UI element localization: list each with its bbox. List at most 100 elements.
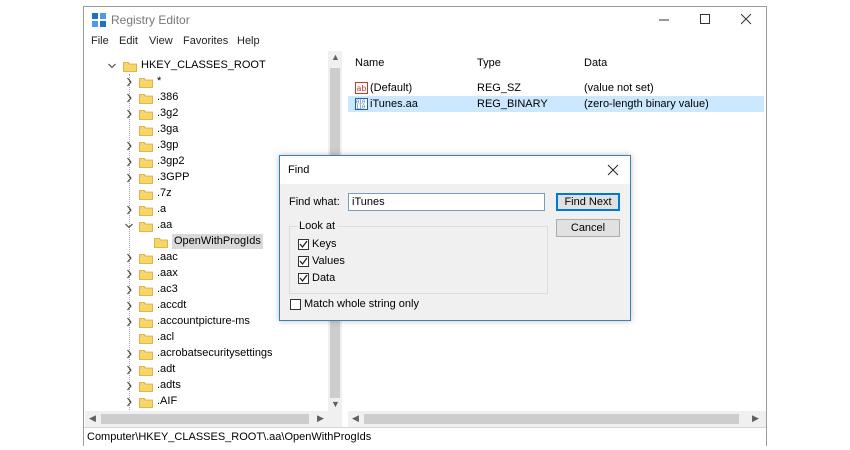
folder-icon [139,125,153,136]
folder-icon [139,253,153,264]
chevron-right-icon[interactable] [125,141,133,151]
tree-item-label: * [157,75,162,87]
scroll-right-arrow-icon[interactable]: ▶ [317,413,324,424]
folder-icon [139,333,153,344]
tree-item-label: .3GPP [157,171,190,183]
chevron-right-icon[interactable] [125,109,133,119]
tree-item[interactable]: .acl [85,330,325,346]
menu-favorites[interactable]: Favorites [183,35,228,47]
tree-item[interactable]: .adt [85,362,325,378]
tree-item-label: HKEY_CLASSES_ROOT [141,59,266,71]
maximize-button[interactable] [687,7,725,33]
values-checkbox[interactable] [298,256,309,267]
tree-item[interactable]: .acrobatsecuritysettings [85,346,325,362]
column-header-data[interactable]: Data [584,57,607,69]
menu-view[interactable]: View [149,35,173,47]
menu-file[interactable]: File [91,35,109,47]
tree-item[interactable]: .3g2 [85,106,325,122]
chevron-right-icon[interactable] [125,397,133,407]
tree-item-label: .386 [157,91,179,103]
match-whole-string-checkbox[interactable] [290,299,301,310]
find-what-input[interactable] [348,193,545,211]
tree-item[interactable]: .AIF [85,394,325,410]
find-next-button[interactable]: Find Next [556,193,620,211]
tree-item-label: .adt [157,363,176,375]
close-icon[interactable] [606,163,620,177]
chevron-right-icon[interactable] [125,285,133,295]
column-header-name[interactable]: Name [355,57,384,69]
chevron-right-icon[interactable] [125,269,133,279]
keys-label[interactable]: Keys [312,238,336,250]
folder-icon [139,381,153,392]
chevron-right-icon[interactable] [125,77,133,87]
status-path: Computer\HKEY_CLASSES_ROOT\.aa\OpenWithP… [87,431,372,443]
scroll-up-arrow-icon[interactable]: ▲ [331,52,340,62]
tree-item-label: .accountpicture-ms [157,315,250,327]
folder-icon [139,157,153,168]
match-whole-string-label[interactable]: Match whole string only [304,298,419,310]
look-at-label: Look at [297,220,338,232]
scroll-right-arrow-icon[interactable]: ▶ [752,413,759,424]
chevron-down-icon[interactable] [125,221,133,231]
value-row-default[interactable]: ab (Default) REG_SZ (value not set) [348,80,764,96]
chevron-right-icon[interactable] [125,317,133,327]
tree-item-label: .aac [157,251,178,263]
chevron-right-icon[interactable] [125,301,133,311]
tree-item[interactable]: .3ga [85,122,325,138]
value-data: (value not set) [584,82,654,94]
folder-icon [123,61,137,72]
tree-item[interactable]: .adts [85,378,325,394]
menu-bar: File Edit View Favorites Help [84,33,766,51]
cancel-button[interactable]: Cancel [556,219,620,237]
folder-icon [139,301,153,312]
scroll-down-arrow-icon[interactable]: ▼ [331,399,340,409]
chevron-right-icon[interactable] [125,365,133,375]
string-value-icon: ab [355,82,368,94]
data-checkbox[interactable] [298,273,309,284]
find-dialog-title-bar[interactable]: Find [280,156,630,184]
chevron-right-icon[interactable] [125,157,133,167]
tree-item-label: .ac3 [157,283,178,295]
tree-hscroll-thumb[interactable] [101,414,309,424]
tree-item[interactable]: .386 [85,90,325,106]
values-hscroll-thumb[interactable] [364,414,739,424]
value-data: (zero-length binary value) [584,98,709,110]
chevron-down-icon[interactable] [108,61,116,71]
chevron-right-icon[interactable] [125,173,133,183]
close-icon [741,14,752,25]
scroll-left-arrow-icon[interactable]: ◀ [89,413,96,424]
chevron-right-icon[interactable] [125,253,133,263]
tree-item[interactable]: * [85,74,325,90]
menu-edit[interactable]: Edit [119,35,138,47]
folder-icon [139,93,153,104]
menu-help[interactable]: Help [237,35,260,47]
tree-item-label: .accdt [157,299,187,311]
value-row-itunes[interactable]: 010 110 iTunes.aa REG_BINARY (zero-lengt… [348,96,764,112]
close-window-button[interactable] [728,7,766,33]
values-label[interactable]: Values [312,255,345,267]
chevron-right-icon[interactable] [125,381,133,391]
folder-icon [139,173,153,184]
tree-horizontal-scrollbar[interactable]: ◀ ▶ [85,411,342,427]
minimize-button[interactable] [646,7,684,33]
folder-icon [139,221,153,232]
svg-text:ab: ab [357,84,367,93]
tree-item[interactable]: .3gp [85,138,325,154]
title-bar[interactable]: Registry Editor [84,7,766,33]
chevron-right-icon[interactable] [125,349,133,359]
chevron-right-icon[interactable] [125,205,133,215]
value-type: REG_BINARY [477,98,548,110]
tree-item-hkey-classes-root[interactable]: HKEY_CLASSES_ROOT [85,58,325,74]
values-horizontal-scrollbar[interactable]: ◀ ▶ [348,411,766,427]
tree-item-label: .3gp [157,139,179,151]
tree-item-label: .3ga [157,123,179,135]
folder-icon [139,141,153,152]
folder-icon [139,285,153,296]
keys-checkbox[interactable] [298,239,309,250]
column-header-type[interactable]: Type [477,57,501,69]
binary-value-icon: 010 110 [355,98,368,110]
chevron-right-icon[interactable] [125,93,133,103]
scroll-left-arrow-icon[interactable]: ◀ [352,413,359,424]
find-dialog-title: Find [288,164,310,176]
data-label[interactable]: Data [312,272,335,284]
